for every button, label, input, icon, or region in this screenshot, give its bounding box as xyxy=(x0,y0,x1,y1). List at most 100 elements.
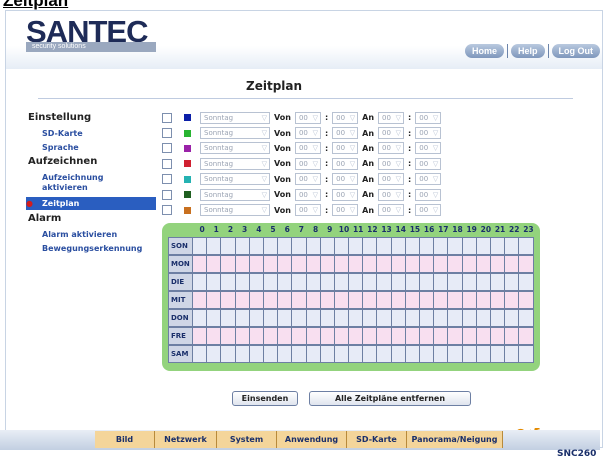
hour-cell[interactable] xyxy=(391,273,406,291)
hour-cell[interactable] xyxy=(221,345,236,363)
sidebar-item-bewegungserkennung[interactable]: Bewegungserkennung xyxy=(28,244,168,254)
hour-cell[interactable] xyxy=(462,309,477,327)
hour-cell[interactable] xyxy=(363,327,378,345)
sidebar-item-alarm-aktivieren[interactable]: Alarm aktivieren xyxy=(28,230,168,240)
hour-cell[interactable] xyxy=(207,309,222,327)
hour-cell[interactable] xyxy=(278,273,293,291)
hour-cell[interactable] xyxy=(263,255,279,273)
hour-cell[interactable] xyxy=(292,273,307,291)
hour-cell[interactable] xyxy=(505,327,520,345)
hour-cell[interactable] xyxy=(320,291,335,309)
hour-cell[interactable] xyxy=(377,237,392,255)
hour-cell[interactable] xyxy=(292,237,307,255)
row-checkbox[interactable] xyxy=(162,205,172,216)
hour-cell[interactable] xyxy=(249,327,264,345)
hour-cell[interactable] xyxy=(207,237,222,255)
sidebar-item-sprache[interactable]: Sprache xyxy=(28,143,168,153)
submit-button[interactable]: Einsenden xyxy=(232,391,298,406)
hour-cell[interactable] xyxy=(434,273,449,291)
hour-cell[interactable] xyxy=(235,237,250,255)
bottom-tab[interactable]: System xyxy=(217,431,277,448)
hour-cell[interactable] xyxy=(462,291,477,309)
hour-cell[interactable] xyxy=(391,237,406,255)
hour-cell[interactable] xyxy=(292,291,307,309)
hour-cell[interactable] xyxy=(320,345,335,363)
hour-cell[interactable] xyxy=(377,327,392,345)
hour-cell[interactable] xyxy=(434,327,449,345)
hour-cell[interactable] xyxy=(235,309,250,327)
hour-cell[interactable] xyxy=(448,291,463,309)
hour-cell[interactable] xyxy=(391,255,406,273)
hour-cell[interactable] xyxy=(320,327,335,345)
hour-cell[interactable] xyxy=(519,309,534,327)
hour-cell[interactable] xyxy=(490,345,506,363)
hour-cell[interactable] xyxy=(334,345,350,363)
hour-cell[interactable] xyxy=(235,345,250,363)
hour-cell[interactable] xyxy=(377,273,392,291)
hour-cell[interactable] xyxy=(235,327,250,345)
von-hour-select[interactable]: 00 ▽ xyxy=(294,142,321,155)
hour-cell[interactable] xyxy=(434,255,449,273)
hour-cell[interactable] xyxy=(505,309,520,327)
hour-cell[interactable] xyxy=(476,327,491,345)
row-checkbox[interactable] xyxy=(162,189,172,200)
hour-cell[interactable] xyxy=(377,345,392,363)
hour-cell[interactable] xyxy=(448,327,463,345)
hour-cell[interactable] xyxy=(462,327,477,345)
von-minute-select[interactable]: 00 ▽ xyxy=(332,142,359,155)
hour-cell[interactable] xyxy=(420,309,435,327)
sidebar-item-aufzeichnung-aktivieren[interactable]: Aufzeichnung aktivieren xyxy=(28,173,118,193)
hour-cell[interactable] xyxy=(434,291,449,309)
hour-cell[interactable] xyxy=(377,291,392,309)
an-hour-select[interactable]: 00 ▽ xyxy=(378,173,405,186)
hour-cell[interactable] xyxy=(349,273,364,291)
hour-cell[interactable] xyxy=(221,327,236,345)
logout-button[interactable]: Log Out xyxy=(551,44,600,58)
hour-cell[interactable] xyxy=(405,273,420,291)
hour-cell[interactable] xyxy=(292,309,307,327)
hour-cell[interactable] xyxy=(476,237,491,255)
home-button[interactable]: Home xyxy=(464,44,504,58)
hour-cell[interactable] xyxy=(490,327,506,345)
hour-cell[interactable] xyxy=(420,327,435,345)
von-minute-select[interactable]: 00 ▽ xyxy=(332,157,359,170)
sidebar-item-zeitplan[interactable]: ● Zeitplan xyxy=(26,197,156,210)
hour-cell[interactable] xyxy=(193,327,208,345)
hour-cell[interactable] xyxy=(391,327,406,345)
hour-cell[interactable] xyxy=(462,237,477,255)
hour-cell[interactable] xyxy=(462,255,477,273)
hour-cell[interactable] xyxy=(505,237,520,255)
day-select[interactable]: Sonntag ▽ xyxy=(200,173,270,186)
hour-cell[interactable] xyxy=(278,291,293,309)
hour-cell[interactable] xyxy=(320,273,335,291)
hour-cell[interactable] xyxy=(249,273,264,291)
hour-cell[interactable] xyxy=(334,273,350,291)
hour-cell[interactable] xyxy=(462,273,477,291)
hour-cell[interactable] xyxy=(292,255,307,273)
row-checkbox[interactable] xyxy=(162,128,172,139)
hour-cell[interactable] xyxy=(207,291,222,309)
hour-cell[interactable] xyxy=(490,273,506,291)
von-minute-select[interactable]: 00 ▽ xyxy=(332,127,359,140)
hour-cell[interactable] xyxy=(193,273,208,291)
hour-cell[interactable] xyxy=(448,309,463,327)
von-hour-select[interactable]: 00 ▽ xyxy=(294,111,321,124)
hour-cell[interactable] xyxy=(193,309,208,327)
hour-cell[interactable] xyxy=(519,345,534,363)
day-select[interactable]: Sonntag ▽ xyxy=(200,127,270,140)
von-hour-select[interactable]: 00 ▽ xyxy=(294,204,321,217)
hour-cell[interactable] xyxy=(377,255,392,273)
an-hour-select[interactable]: 00 ▽ xyxy=(378,111,405,124)
hour-cell[interactable] xyxy=(221,237,236,255)
hour-cell[interactable] xyxy=(448,345,463,363)
hour-cell[interactable] xyxy=(420,273,435,291)
hour-cell[interactable] xyxy=(278,237,293,255)
hour-cell[interactable] xyxy=(476,345,491,363)
hour-cell[interactable] xyxy=(349,291,364,309)
hour-cell[interactable] xyxy=(235,291,250,309)
an-minute-select[interactable]: 00 ▽ xyxy=(415,173,442,186)
hour-cell[interactable] xyxy=(476,291,491,309)
hour-cell[interactable] xyxy=(505,291,520,309)
hour-cell[interactable] xyxy=(519,291,534,309)
hour-cell[interactable] xyxy=(476,273,491,291)
